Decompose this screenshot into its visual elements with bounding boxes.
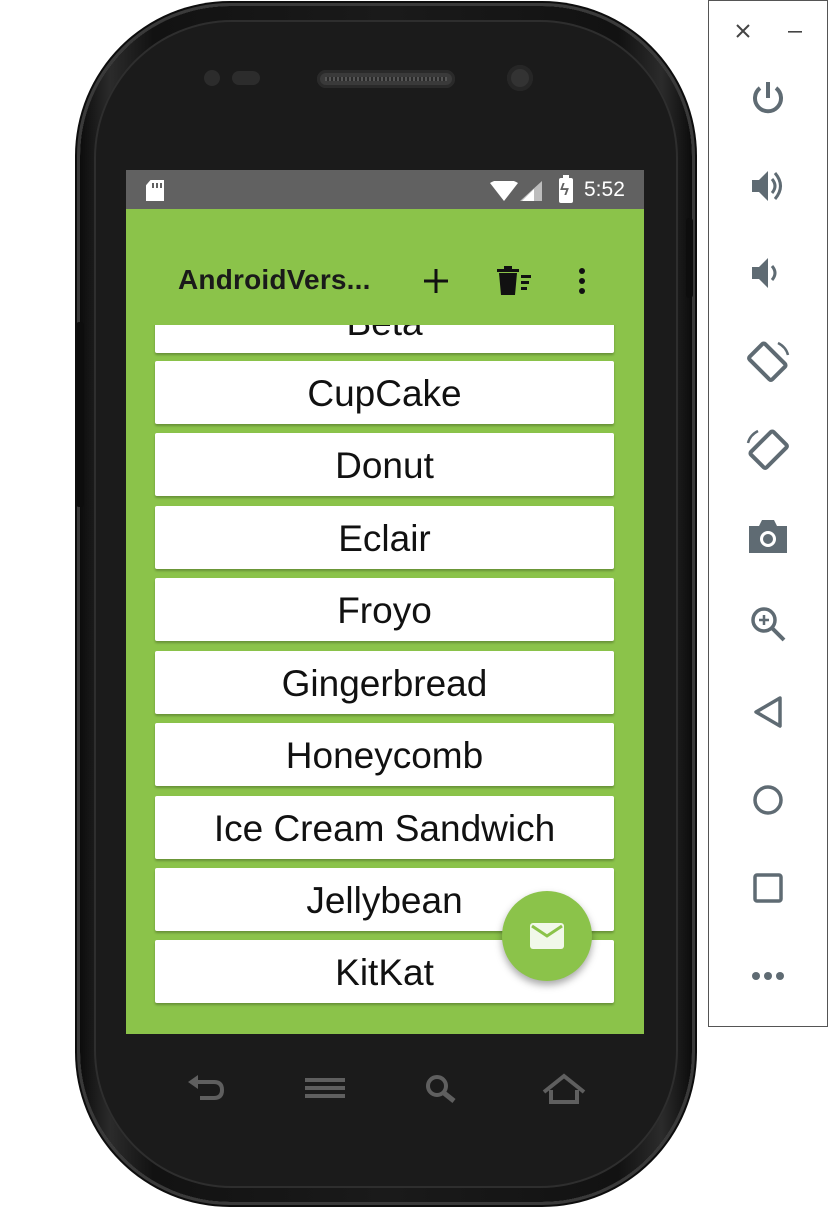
delete-sweep-icon	[497, 266, 531, 295]
rotate-right-button[interactable]	[743, 424, 793, 474]
volume-down-button[interactable]	[743, 248, 793, 298]
close-icon	[736, 24, 750, 38]
delete-all-button[interactable]	[494, 261, 534, 301]
home-icon	[753, 785, 783, 815]
home-key-icon[interactable]	[542, 1070, 586, 1110]
list-item[interactable]: Eclair	[155, 506, 614, 569]
more-icon	[752, 972, 784, 980]
list-item[interactable]: Donut	[155, 433, 614, 496]
rotate-left-icon	[747, 341, 790, 382]
volume-down-icon	[752, 258, 777, 288]
battery-charging-icon: ϟ	[559, 175, 573, 203]
menu-key-icon[interactable]	[303, 1070, 347, 1110]
search-key-icon[interactable]	[421, 1070, 465, 1110]
add-button[interactable]	[416, 261, 456, 301]
camera-icon	[749, 520, 787, 553]
proximity-sensor	[204, 70, 220, 86]
list-item[interactable]: Honeycomb	[155, 723, 614, 786]
list-item[interactable]: Beta	[155, 325, 614, 353]
status-bar: ϟ 5:52	[126, 170, 644, 209]
back-icon	[754, 696, 782, 728]
wifi-icon	[490, 181, 518, 201]
close-button[interactable]	[731, 19, 755, 43]
app-toolbar: AndroidVers...	[126, 209, 644, 325]
list-item[interactable]: Gingerbread	[155, 651, 614, 714]
volume-up-icon	[752, 171, 782, 201]
overflow-menu-icon	[579, 268, 585, 294]
screenshot-button[interactable]	[743, 511, 793, 561]
device-screen: ϟ 5:52 AndroidVers... CupCake Donut Ecla…	[126, 170, 644, 1034]
list-item[interactable]: Ice Cream Sandwich	[155, 796, 614, 859]
power-button[interactable]	[743, 73, 793, 123]
home-button[interactable]	[743, 775, 793, 825]
emulator-toolbar	[708, 0, 828, 1027]
hardware-nav-keys	[170, 1070, 610, 1110]
cell-signal-icon	[520, 181, 542, 201]
power-icon	[753, 82, 783, 114]
minimize-button[interactable]	[783, 19, 807, 43]
app-title: AndroidVers...	[178, 264, 371, 295]
back-button[interactable]	[743, 687, 793, 737]
device-side-button-right	[686, 218, 693, 298]
overview-icon	[753, 873, 783, 903]
front-camera	[507, 65, 533, 91]
zoom-button[interactable]	[743, 599, 793, 649]
add-icon	[424, 269, 448, 293]
earpiece-speaker	[317, 70, 455, 88]
overview-button[interactable]	[743, 863, 793, 913]
status-clock: 5:52	[584, 178, 625, 201]
sd-card-icon	[146, 180, 164, 201]
email-fab[interactable]	[502, 891, 592, 981]
rotate-right-icon	[746, 429, 789, 470]
email-icon	[530, 923, 564, 949]
light-sensor	[232, 71, 260, 85]
list-item[interactable]: CupCake	[155, 361, 614, 424]
rotate-left-button[interactable]	[743, 336, 793, 386]
list-item[interactable]: Froyo	[155, 578, 614, 641]
minimize-icon	[788, 31, 802, 33]
volume-up-button[interactable]	[743, 161, 793, 211]
overflow-menu-button[interactable]	[562, 261, 602, 301]
back-key-icon[interactable]	[184, 1070, 228, 1110]
more-button[interactable]	[743, 951, 793, 1001]
zoom-icon	[751, 607, 786, 642]
device-side-button-left	[76, 322, 84, 507]
